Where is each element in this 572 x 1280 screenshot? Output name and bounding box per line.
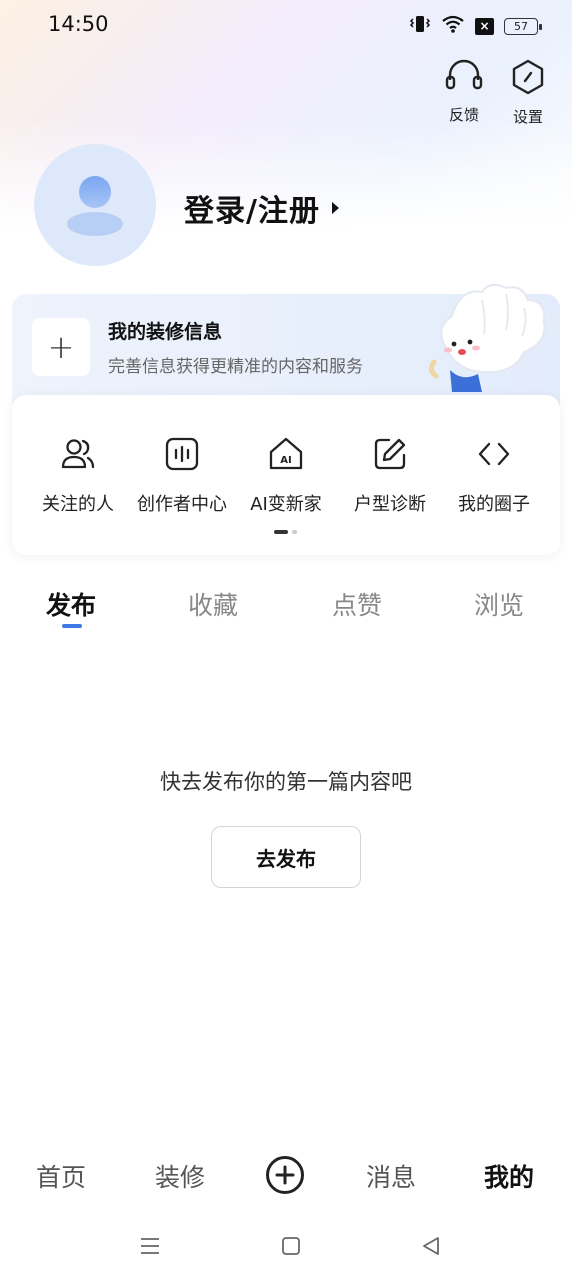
user-icon [67,176,123,236]
status-time: 14:50 [48,12,109,36]
back-triangle-icon[interactable] [419,1234,443,1262]
bottom-nav: 首页 装修 消息 我的 [0,1140,572,1212]
nav-messages[interactable]: 消息 [366,1158,416,1194]
quick-item-label: 户型诊断 [354,494,426,515]
feedback-button[interactable]: 反馈 [434,58,494,125]
quick-item-my-circle[interactable]: 我的圈子 [442,436,546,516]
tab-history[interactable]: 浏览 [474,586,524,622]
quick-item-following[interactable]: 关注的人 [26,436,130,516]
page-dot-active [274,530,288,534]
empty-state-message: 快去发布你的第一篇内容吧 [160,770,412,794]
home-square-icon[interactable] [279,1234,303,1262]
go-publish-button[interactable]: 去发布 [211,826,361,888]
active-tab-indicator [62,624,82,628]
no-sim-icon: × [475,17,494,35]
plus-icon: + [47,328,75,366]
decoration-subtitle: 完善信息获得更精准的内容和服务 [108,357,363,377]
add-decoration-button[interactable]: + [32,318,90,376]
settings-label: 设置 [512,108,543,126]
vibrate-icon [409,14,431,38]
plus-icon [275,1165,295,1185]
quick-item-creator-center[interactable]: 创作者中心 [130,436,234,516]
creator-icon [164,436,200,476]
quick-item-label: 创作者中心 [137,494,227,515]
headset-icon [444,58,484,98]
settings-icon [509,58,547,100]
system-nav-bar [0,1220,572,1280]
code-icon [476,436,512,476]
quick-item-ai-home[interactable]: AI AI变新家 [234,436,338,516]
nav-home[interactable]: 首页 [36,1158,86,1194]
decoration-title: 我的装修信息 [108,321,223,343]
page-dot [292,530,297,534]
tab-publish[interactable]: 发布 [46,586,96,622]
people-icon [60,436,96,476]
mascot-image [424,278,554,400]
publish-plus-button[interactable] [266,1156,304,1194]
quick-item-label: 我的圈子 [458,494,530,515]
quick-item-label: 关注的人 [42,494,114,515]
status-bar: 14:50 × 57 [0,0,572,52]
feedback-label: 反馈 [448,106,479,124]
ai-home-icon: AI [268,436,304,476]
menu-icon[interactable] [138,1234,162,1262]
avatar[interactable] [34,144,156,266]
settings-button[interactable]: 设置 [498,58,558,127]
page-indicator [274,530,297,534]
nav-decoration[interactable]: 装修 [155,1158,205,1194]
edit-icon [372,436,408,476]
tab-favorites[interactable]: 收藏 [188,586,238,622]
quick-item-label: AI变新家 [250,494,322,515]
login-register-link[interactable]: 登录/注册 [184,186,339,230]
battery-level: 57 [514,19,528,33]
quick-item-floorplan-diagnosis[interactable]: 户型诊断 [338,436,442,516]
battery-icon: 57 [504,17,542,35]
status-icons: × 57 [409,14,542,38]
tab-likes[interactable]: 点赞 [332,586,382,622]
wifi-icon [441,14,465,38]
login-label: 登录/注册 [184,194,320,229]
svg-text:AI: AI [280,455,291,466]
nav-mine[interactable]: 我的 [484,1158,534,1194]
triangle-right-icon [331,202,339,214]
